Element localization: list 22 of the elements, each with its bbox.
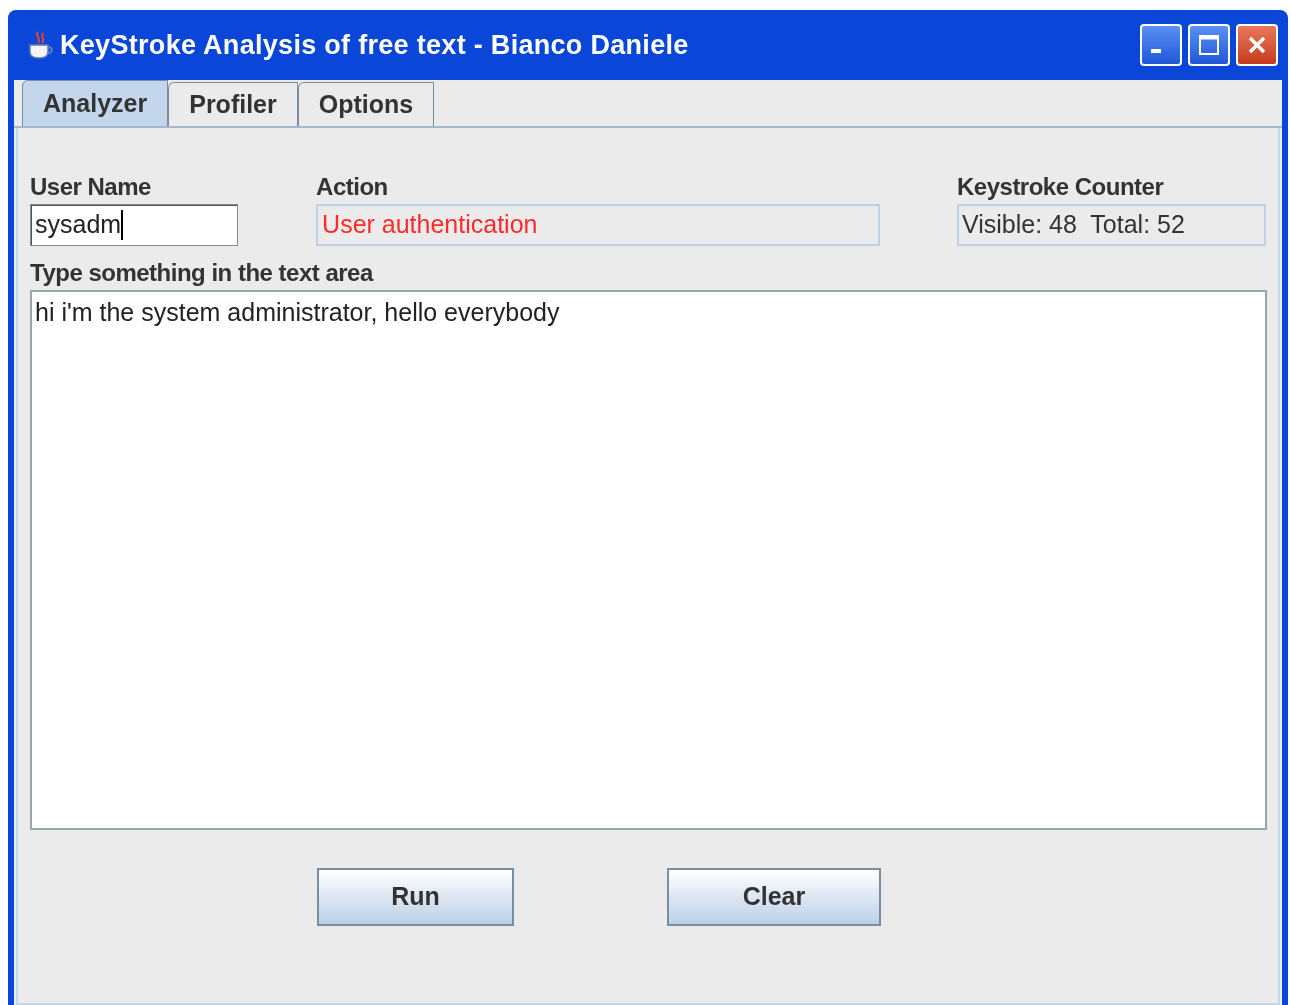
field-label: Type something in the text area xyxy=(30,258,375,288)
action-field: User authentication xyxy=(316,204,881,246)
close-button[interactable] xyxy=(1236,24,1278,66)
tab[interactable]: Analyzer xyxy=(22,80,169,126)
clear-button[interactable]: Clear xyxy=(667,868,881,926)
maximize-icon xyxy=(1196,32,1222,58)
counter-field: Visible: 48 Total: 52 xyxy=(957,204,1266,246)
tab[interactable]: Profiler xyxy=(168,82,298,126)
coffee-cup-icon xyxy=(26,30,54,60)
text-area[interactable]: hi i'm the system administrator, hello everybody xyxy=(30,290,1267,830)
run-button[interactable]: Run xyxy=(317,868,514,926)
input-field[interactable]: sysadm xyxy=(30,204,238,246)
field-label: Keystroke Counter xyxy=(957,172,1165,202)
field-label: User Name xyxy=(30,172,152,202)
field-label: Action xyxy=(316,172,389,202)
tab[interactable]: Options xyxy=(297,82,435,126)
window-title: KeyStroke Analysis of free text - Bianco Daniele xyxy=(60,28,689,62)
maximize-button[interactable] xyxy=(1188,24,1230,66)
text-area-content: hi i'm the system administrator, hello everybody xyxy=(35,298,560,326)
field-value: sysadm xyxy=(35,209,122,241)
minimize-icon xyxy=(1151,49,1161,53)
minimize-button[interactable] xyxy=(1140,24,1182,66)
